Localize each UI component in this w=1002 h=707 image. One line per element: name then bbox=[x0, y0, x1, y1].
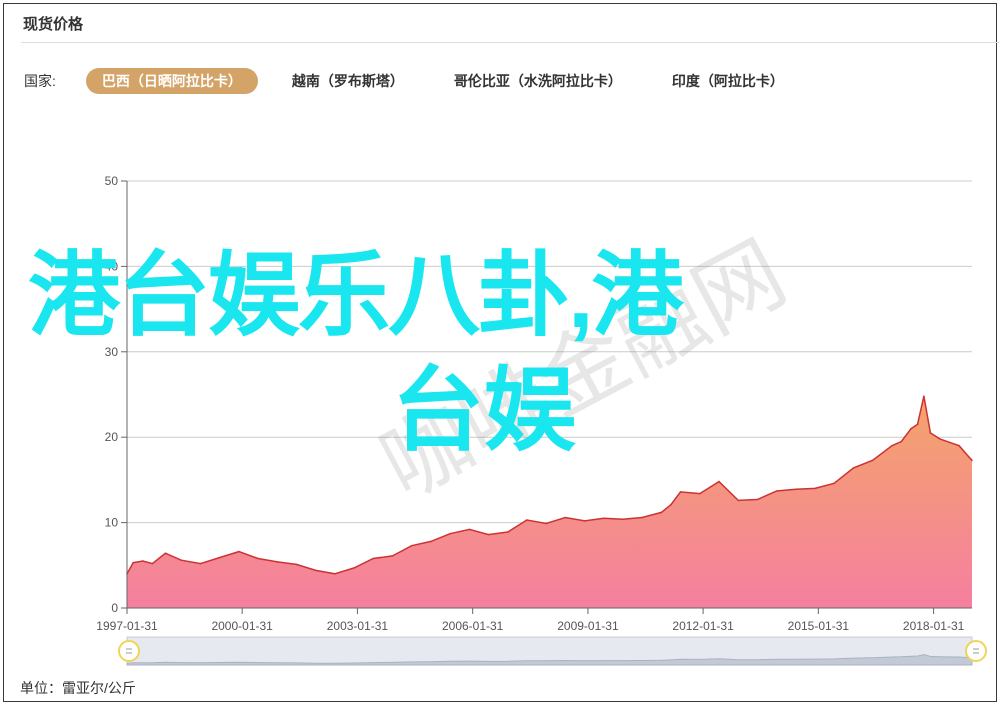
data-point bbox=[583, 520, 586, 522]
handle-circle bbox=[118, 640, 140, 662]
data-point bbox=[833, 482, 835, 485]
data-point bbox=[910, 427, 912, 430]
overlay-text-line1: 港台娱乐八卦,港 bbox=[28, 245, 684, 347]
data-point bbox=[967, 456, 970, 458]
data-point bbox=[939, 438, 941, 440]
data-point bbox=[852, 467, 855, 469]
data-point bbox=[151, 562, 154, 565]
data-point bbox=[794, 488, 797, 491]
data-point bbox=[900, 440, 903, 443]
data-point bbox=[775, 490, 778, 492]
x-tick-label: 2003-01-31 bbox=[327, 619, 389, 633]
data-point bbox=[660, 511, 663, 514]
data-point bbox=[641, 516, 643, 519]
data-point bbox=[737, 499, 740, 502]
x-tick-label: 2009-01-31 bbox=[557, 619, 619, 633]
slider-handle-left[interactable] bbox=[118, 640, 140, 662]
handle-circle bbox=[965, 640, 987, 662]
x-tick-label: 2015-01-31 bbox=[788, 619, 850, 633]
data-point bbox=[276, 561, 279, 563]
data-point bbox=[180, 559, 182, 561]
x-tick-label: 2012-01-31 bbox=[672, 619, 734, 633]
data-point bbox=[545, 522, 547, 525]
data-point bbox=[814, 487, 816, 490]
data-point bbox=[334, 573, 336, 575]
data-point bbox=[218, 556, 221, 559]
data-point bbox=[971, 459, 973, 462]
data-point bbox=[699, 492, 701, 495]
slider-handle-right[interactable] bbox=[965, 640, 987, 662]
data-point bbox=[449, 532, 451, 535]
data-point bbox=[410, 544, 413, 547]
data-point bbox=[315, 569, 317, 572]
data-point bbox=[391, 555, 394, 557]
data-point bbox=[257, 557, 259, 560]
data-point bbox=[238, 550, 240, 553]
y-tick-label: 0 bbox=[111, 601, 118, 615]
y-tick-label: 50 bbox=[105, 174, 119, 188]
data-point bbox=[891, 444, 893, 447]
data-point bbox=[468, 528, 471, 531]
x-tick-label: 2018-01-31 bbox=[903, 619, 965, 633]
data-point bbox=[132, 561, 134, 564]
unit-label: 单位：雷亚尔/公斤 bbox=[20, 680, 136, 696]
data-point bbox=[164, 552, 167, 555]
x-tick-label: 2000-01-31 bbox=[211, 619, 273, 633]
y-tick-label: 10 bbox=[105, 516, 119, 530]
data-point bbox=[679, 491, 682, 493]
data-point bbox=[602, 517, 605, 520]
data-point bbox=[622, 518, 624, 520]
data-point bbox=[756, 498, 759, 501]
data-point bbox=[871, 459, 874, 462]
data-point bbox=[507, 531, 509, 533]
data-point bbox=[923, 395, 925, 398]
data-point bbox=[958, 444, 960, 447]
data-point bbox=[372, 557, 375, 560]
data-point bbox=[430, 540, 432, 543]
zoom-slider[interactable] bbox=[118, 636, 987, 666]
data-point bbox=[142, 560, 144, 562]
data-point bbox=[199, 562, 202, 565]
data-point bbox=[670, 503, 672, 506]
y-tick-label: 20 bbox=[105, 430, 119, 444]
data-point bbox=[916, 423, 919, 426]
data-point bbox=[564, 516, 567, 519]
data-point bbox=[295, 563, 298, 566]
data-point bbox=[929, 432, 932, 434]
data-point bbox=[718, 480, 720, 483]
data-point bbox=[526, 519, 528, 521]
overlay-text-line2: 台娱 bbox=[392, 360, 577, 462]
data-point bbox=[353, 567, 356, 569]
x-tick-label: 1997-01-31 bbox=[96, 619, 158, 633]
x-tick-label: 2006-01-31 bbox=[442, 619, 504, 633]
data-point bbox=[948, 441, 951, 444]
data-point bbox=[487, 533, 490, 536]
